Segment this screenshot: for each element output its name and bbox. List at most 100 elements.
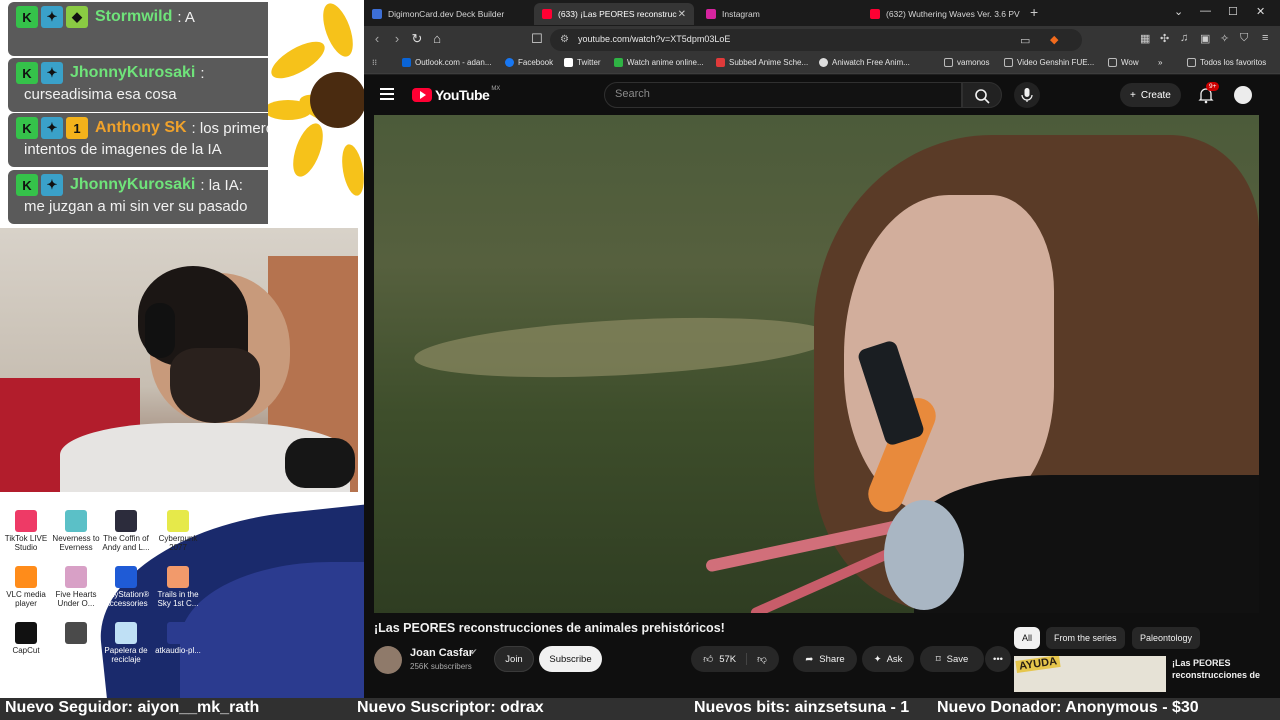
- desktop-icon[interactable]: Neverness to Everness: [50, 510, 102, 552]
- chat-text: : la IA:: [200, 176, 243, 194]
- notifications-button[interactable]: 9+: [1196, 82, 1220, 105]
- chat-body: curseadisima esa cosa: [24, 86, 177, 103]
- save-button[interactable]: ⌑ Save: [920, 646, 984, 672]
- bookmark-folder[interactable]: Video Genshin FUE...: [1004, 58, 1094, 67]
- chat-body: me juzgan a mi sin ver su pasado: [24, 198, 248, 215]
- search-input[interactable]: [615, 88, 945, 100]
- browser-tab[interactable]: Instagram: [698, 3, 858, 25]
- dislike-button[interactable]: 👎︎: [747, 653, 767, 665]
- subscriber-count: 256K subscribers: [410, 662, 472, 671]
- account-avatar[interactable]: [1234, 86, 1252, 104]
- vpn-icon[interactable]: ⛉: [1240, 32, 1248, 45]
- desktop-icon[interactable]: TikTok LIVE Studio: [0, 510, 52, 552]
- create-button[interactable]: + Create: [1120, 83, 1181, 107]
- desktop-icon[interactable]: The Coffin of Andy and L...: [100, 510, 152, 552]
- bookmark-page-icon[interactable]: ☐: [528, 31, 546, 47]
- site-info-icon[interactable]: ⚙: [560, 34, 569, 45]
- close-tab-icon[interactable]: ✕: [678, 9, 686, 20]
- extension-icon[interactable]: ▦: [1140, 32, 1150, 45]
- close-window-icon[interactable]: ✕: [1256, 5, 1265, 18]
- chip-from-the-series[interactable]: From the series: [1046, 627, 1125, 649]
- desktop-icon[interactable]: VLC media player: [0, 566, 52, 608]
- hamburger-menu-icon[interactable]: [380, 88, 394, 100]
- bookmark-folder[interactable]: vamonos: [944, 58, 989, 67]
- channel-name[interactable]: Joan Casfar: [410, 647, 473, 659]
- stream-ticker: Nuevo Seguidor: aiyon__mk_rath Nuevo Sus…: [0, 698, 1280, 720]
- puzzle-icon[interactable]: ✣: [1160, 32, 1169, 45]
- bookmark-folder[interactable]: Todos los favoritos: [1187, 58, 1266, 67]
- youtube-logo[interactable]: YouTube MX: [412, 86, 501, 103]
- brave-shield-icon[interactable]: ◆: [1050, 33, 1058, 46]
- region-code: MX: [491, 86, 501, 92]
- bookmark-label: vamonos: [957, 58, 990, 67]
- bookmark-item[interactable]: Twitter: [564, 58, 601, 67]
- youtube-favicon-icon: [542, 9, 552, 19]
- like-button[interactable]: 👍︎ 57K: [703, 653, 748, 665]
- ask-button[interactable]: ✦ Ask: [862, 646, 914, 672]
- like-dislike-group: 👍︎ 57K 👎︎: [691, 646, 779, 672]
- browser-tab[interactable]: DigimonCard.dev Deck Builder: [364, 3, 532, 25]
- back-icon[interactable]: ‹: [368, 31, 386, 46]
- desktop-icon[interactable]: atkaudio-pl...: [152, 622, 204, 655]
- instagram-favicon-icon: [706, 9, 716, 19]
- bookmark-item[interactable]: Subbed Anime Sche...: [716, 58, 808, 67]
- recommended-title[interactable]: ¡Las PEORES reconstrucciones de: [1172, 657, 1277, 681]
- chip-paleontology[interactable]: Paleontology: [1132, 627, 1201, 649]
- forward-icon[interactable]: ›: [388, 31, 406, 46]
- more-bookmarks-icon[interactable]: »: [1158, 58, 1162, 67]
- desktop-icon[interactable]: Trails in the Sky 1st C...: [152, 566, 204, 608]
- desktop-icon[interactable]: Five Hearts Under O...: [50, 566, 102, 608]
- kick-badge-icon: K: [16, 6, 38, 28]
- maximize-icon[interactable]: ☐: [1228, 5, 1238, 18]
- wallet-icon[interactable]: ▣: [1200, 32, 1210, 45]
- menu-icon[interactable]: ≡: [1262, 32, 1268, 44]
- kick-badge-icon: K: [16, 174, 38, 196]
- tab-search-icon[interactable]: ⌄: [1174, 5, 1183, 18]
- desktop-icon-label: The Coffin of Andy and L...: [102, 534, 150, 552]
- sub-badge-icon: ✦: [41, 117, 63, 139]
- chip-all[interactable]: All: [1014, 627, 1041, 649]
- search-button[interactable]: [962, 82, 1002, 108]
- address-bar[interactable]: ⚙ youtube.com/watch?v=XT5dpm03LoE ▭ ◆: [550, 29, 1082, 51]
- bookmark-item[interactable]: Watch anime online...: [614, 58, 704, 67]
- ask-label: Ask: [886, 653, 903, 665]
- voice-search-button[interactable]: [1014, 82, 1040, 108]
- desktop-icon[interactable]: PlayStation® Accessories: [100, 566, 152, 608]
- reload-icon[interactable]: ↻: [408, 31, 426, 47]
- desktop-icon[interactable]: PRAGMATA: [50, 622, 102, 655]
- chat-body: intentos de imagenes de la IA: [24, 141, 222, 158]
- chat-message: K ✦ JhonnyKurosaki : la IA: me juzgan a …: [8, 170, 286, 224]
- browser-tab[interactable]: (632) Wuthering Waves Ver. 3.6 PV |: [862, 3, 1022, 25]
- video-player[interactable]: [374, 115, 1259, 613]
- bookmark-item[interactable]: Facebook: [505, 58, 553, 67]
- more-actions-icon[interactable]: •••: [985, 646, 1011, 672]
- desktop-icon[interactable]: CapCut: [0, 622, 52, 655]
- desktop-icon-label: PlayStation® Accessories: [102, 590, 150, 608]
- home-icon[interactable]: ⌂: [428, 31, 446, 46]
- thumbs-up-icon: 👍︎: [703, 654, 714, 665]
- subscribe-button[interactable]: Subscribe: [539, 646, 602, 672]
- desktop-icon[interactable]: Cyberpunk 2077: [152, 510, 204, 552]
- channel-avatar[interactable]: [374, 646, 402, 674]
- bookmark-item[interactable]: Outlook.com - adan...: [402, 58, 491, 67]
- join-button[interactable]: Join: [494, 646, 534, 672]
- recommended-thumbnail[interactable]: AYUDA: [1014, 656, 1166, 692]
- sidebar-icon[interactable]: ✧: [1220, 32, 1229, 45]
- minimize-icon[interactable]: —: [1200, 5, 1211, 17]
- tab-title: DigimonCard.dev Deck Builder: [388, 9, 505, 19]
- thumbs-down-icon: 👎︎: [757, 654, 767, 665]
- desktop-icon-label: Trails in the Sky 1st C...: [157, 590, 199, 608]
- desktop-icon-label: PRAGMATA: [54, 646, 98, 655]
- browser-tab-active[interactable]: (633) ¡Las PEORES reconstruc ✕: [534, 3, 694, 25]
- desktop-icon[interactable]: Papelera de reciclaje: [100, 622, 152, 664]
- bookmark-item[interactable]: Aniwatch Free Anim...: [819, 58, 910, 67]
- bookmark-icon: ⌑: [935, 653, 941, 665]
- url-text: youtube.com/watch?v=XT5dpm03LoE: [578, 34, 731, 44]
- share-button[interactable]: ➦ Share: [793, 646, 857, 672]
- music-icon[interactable]: ♫: [1180, 32, 1188, 44]
- cast-icon[interactable]: ▭: [1020, 34, 1030, 47]
- apps-icon[interactable]: ⁝⁝: [372, 58, 377, 67]
- bookmark-folder[interactable]: Wow: [1108, 58, 1139, 67]
- tab-title: (632) Wuthering Waves Ver. 3.6 PV |: [886, 9, 1022, 19]
- new-tab-button[interactable]: +: [1030, 4, 1038, 20]
